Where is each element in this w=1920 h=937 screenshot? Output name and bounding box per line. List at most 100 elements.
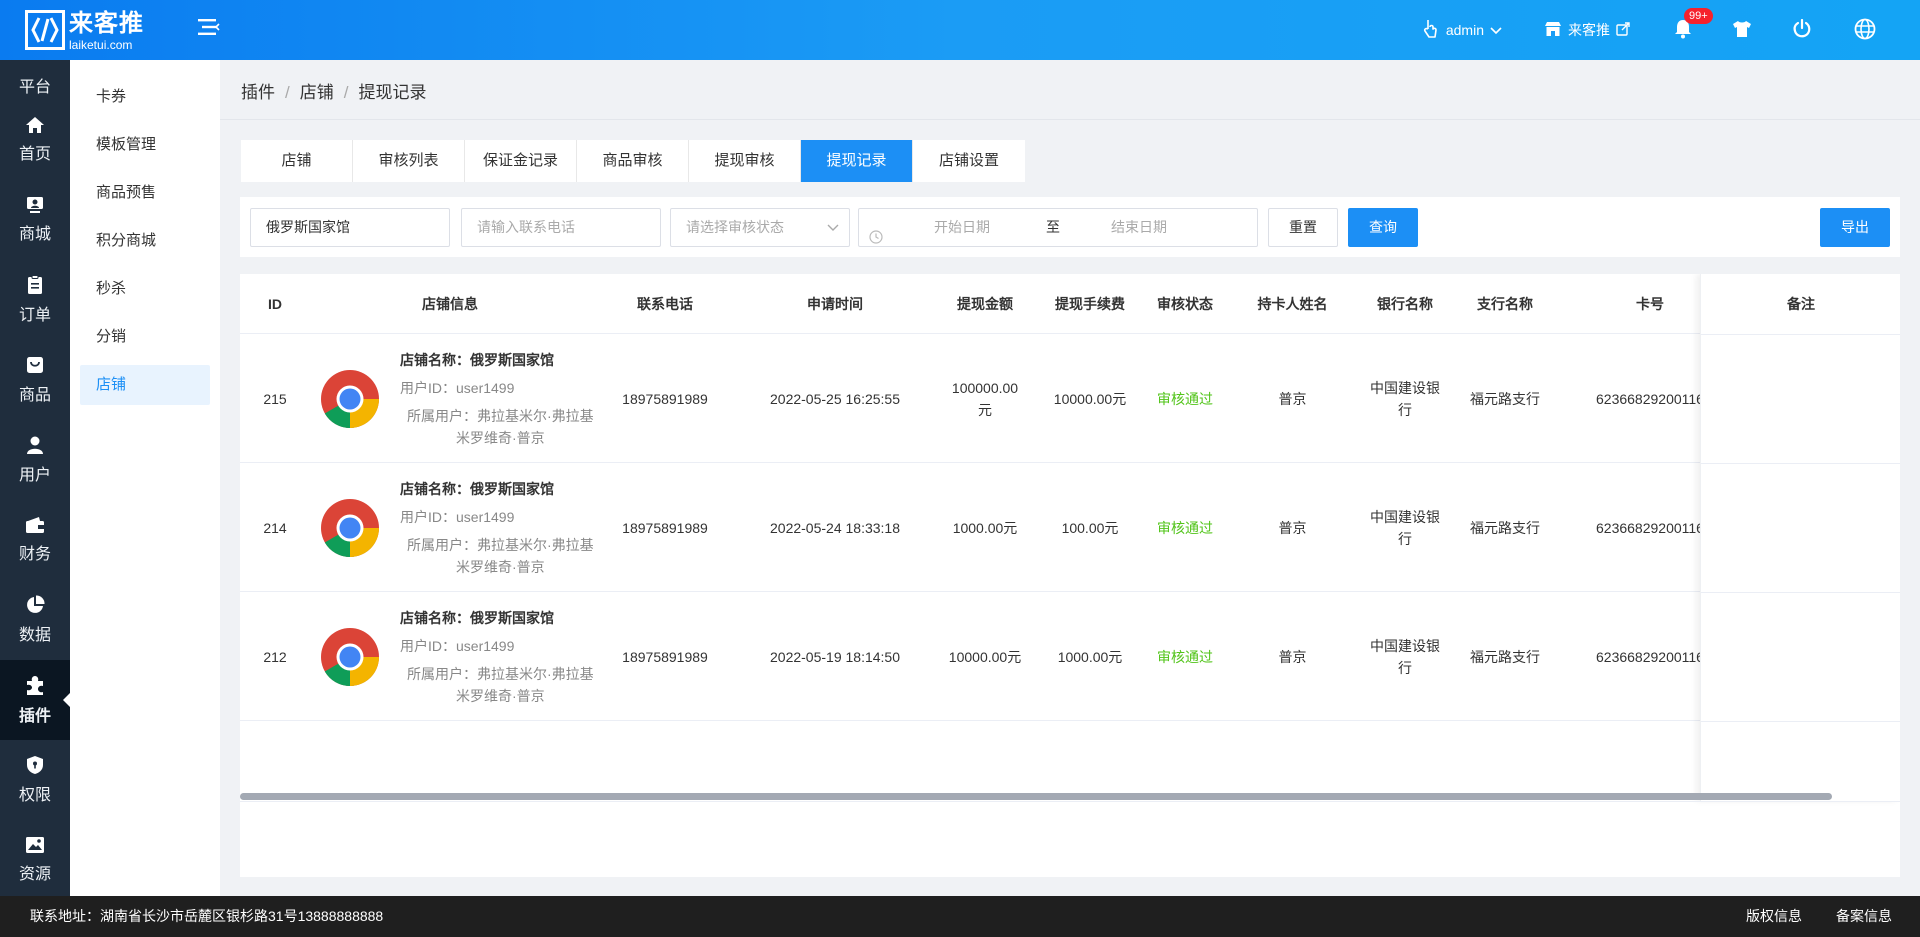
shop-name-value: 俄罗斯国家馆: [470, 351, 554, 368]
rail-item-mall[interactable]: 商城: [0, 180, 70, 260]
table-row: 214 店铺名称：俄罗斯国家馆 用户ID：user1499 所属用户：弗拉基米尔…: [240, 463, 1900, 592]
tab-shop-settings[interactable]: 店铺设置: [913, 140, 1025, 182]
submenu-item-distribution[interactable]: 分销: [80, 317, 210, 357]
owner-name-line2: 米罗维奇·普京: [456, 558, 545, 575]
submenu-item-coupons[interactable]: 卡券: [80, 77, 210, 117]
column-header-bank: 银行名称: [1377, 296, 1433, 312]
tab-product-review[interactable]: 商品审核: [577, 140, 689, 182]
language-button[interactable]: [1854, 18, 1876, 43]
breadcrumb-current: 提现记录: [358, 83, 427, 102]
rail-item-permissions[interactable]: 权限: [0, 740, 70, 820]
rail-item-products[interactable]: 商品: [0, 340, 70, 420]
start-date-placeholder[interactable]: 开始日期: [934, 209, 990, 246]
clipboard-icon: [28, 275, 42, 294]
footer: 联系地址：湖南省长沙市岳麓区银杉路31号13888888888 版权信息 备案信…: [0, 896, 1920, 937]
breadcrumb-item[interactable]: 店铺: [300, 83, 334, 102]
store-link[interactable]: 来客推: [1544, 20, 1630, 40]
cell-apply-time: 2022-05-19 18:14:50: [770, 648, 900, 665]
tab-withdraw-review[interactable]: 提现审核: [689, 140, 801, 182]
cell-amount: 100000.00 元: [930, 334, 1040, 463]
bank-line2: 行: [1398, 659, 1412, 676]
date-range-picker[interactable]: 开始日期 至 结束日期: [858, 208, 1258, 247]
bank-line1: 中国建设银: [1370, 379, 1440, 396]
export-button[interactable]: 导出: [1820, 208, 1890, 247]
cell-id: 214: [263, 519, 287, 536]
horizontal-scrollbar[interactable]: [240, 793, 1832, 800]
rail-item-label: 权限: [18, 787, 51, 804]
tab-shops[interactable]: 店铺: [241, 140, 353, 182]
cell-phone: 18975891989: [622, 648, 708, 665]
rail-item-label: 商城: [18, 226, 51, 243]
bank-line2: 行: [1398, 530, 1412, 547]
menu-toggle-icon[interactable]: [198, 17, 220, 37]
submenu-item-flash-sale[interactable]: 秒杀: [80, 269, 210, 309]
cell-apply-time: 2022-05-25 16:25:55: [770, 390, 900, 407]
cell-id: 215: [263, 390, 287, 407]
user-menu[interactable]: admin: [1422, 19, 1502, 42]
column-header-phone: 联系电话: [637, 296, 693, 312]
logo-mark-icon: [25, 10, 65, 50]
notification-badge: 99+: [1684, 7, 1713, 24]
globe-icon: [1854, 18, 1876, 43]
shop-logo: [310, 463, 390, 592]
status-select[interactable]: 请选择审核状态: [670, 208, 850, 247]
user-icon: [27, 436, 43, 454]
tab-withdraw-records[interactable]: 提现记录: [801, 140, 913, 182]
column-header-status: 审核状态: [1157, 296, 1213, 312]
tab-bar: 店铺 审核列表 保证金记录 商品审核 提现审核 提现记录 店铺设置: [241, 140, 1025, 182]
table-bottom-border: [240, 801, 1900, 802]
status-select-placeholder: 请选择审核状态: [686, 219, 784, 235]
user-id-label: 用户ID：: [400, 637, 456, 654]
owner-name-line1: 弗拉基米尔·弗拉基: [477, 407, 594, 424]
record-info-link[interactable]: 备案信息: [1836, 896, 1892, 937]
copyright-link[interactable]: 版权信息: [1746, 896, 1802, 937]
breadcrumb-item[interactable]: 插件: [241, 83, 275, 102]
submenu-item-templates[interactable]: 模板管理: [80, 125, 210, 165]
rail-item-finance[interactable]: 财务: [0, 500, 70, 580]
end-date-placeholder[interactable]: 结束日期: [1111, 209, 1167, 246]
rail-item-orders[interactable]: 订单: [0, 260, 70, 340]
rail-item-label: 资源: [18, 866, 51, 883]
cell-holder: 普京: [1278, 390, 1307, 407]
phone-input[interactable]: 请输入联系电话: [461, 208, 661, 247]
shop-logo-chrome-icon: [321, 627, 379, 686]
store-icon: [1544, 21, 1562, 40]
shirt-icon: [1732, 20, 1752, 41]
shop-logo: [310, 592, 390, 721]
logout-button[interactable]: [1792, 18, 1812, 42]
shop-logo-chrome-icon: [321, 498, 379, 557]
user-id-value: user1499: [456, 637, 515, 654]
notification-button[interactable]: 99+: [1674, 7, 1713, 42]
shop-name-input[interactable]: 俄罗斯国家馆: [250, 208, 450, 247]
owner-label: 所属用户：: [407, 665, 477, 682]
column-header-id: ID: [268, 296, 282, 312]
shop-name-label: 店铺名称：: [400, 351, 470, 368]
cell-card: 62366829200116: [1596, 390, 1704, 407]
rail-item-label: 平台: [18, 79, 51, 96]
shop-name-label: 店铺名称：: [400, 480, 470, 497]
cell-branch: 福元路支行: [1470, 390, 1540, 407]
rail-item-users[interactable]: 用户: [0, 420, 70, 500]
tab-review-list[interactable]: 审核列表: [353, 140, 465, 182]
owner-name-line2: 米罗维奇·普京: [456, 429, 545, 446]
rail-item-home[interactable]: 首页: [0, 100, 70, 180]
logo[interactable]: 来客推 laiketui.com: [25, 10, 144, 52]
rail-item-data[interactable]: 数据: [0, 580, 70, 660]
main-nav-rail: 平台 首页 商城 订单 商品 用户 财务 数据 插件 权限 资源: [0, 60, 70, 896]
tab-deposit-records[interactable]: 保证金记录: [465, 140, 577, 182]
query-button[interactable]: 查询: [1348, 208, 1418, 247]
submenu-item-shops[interactable]: 店铺: [80, 365, 210, 405]
column-header-fee: 提现手续费: [1055, 296, 1125, 312]
column-header-apply-time: 申请时间: [807, 296, 863, 312]
rail-item-resources[interactable]: 资源: [0, 820, 70, 896]
submenu-item-presale[interactable]: 商品预售: [80, 173, 210, 213]
logo-subtitle: laiketui.com: [69, 38, 133, 52]
table-header: ID 店铺信息 联系电话 申请时间 提现金额 提现手续费 审核状态 持卡人姓名 …: [240, 274, 1900, 334]
theme-button[interactable]: [1732, 20, 1752, 41]
shop-info: 店铺名称：俄罗斯国家馆 用户ID：user1499 所属用户：弗拉基米尔·弗拉基…: [400, 592, 600, 721]
rail-item-plugins[interactable]: 插件: [0, 660, 70, 740]
amount-line1: 100000.00: [951, 379, 1019, 396]
reset-button[interactable]: 重置: [1268, 208, 1338, 247]
cell-status: 审核通过: [1157, 519, 1213, 536]
submenu-item-points-mall[interactable]: 积分商城: [80, 221, 210, 261]
